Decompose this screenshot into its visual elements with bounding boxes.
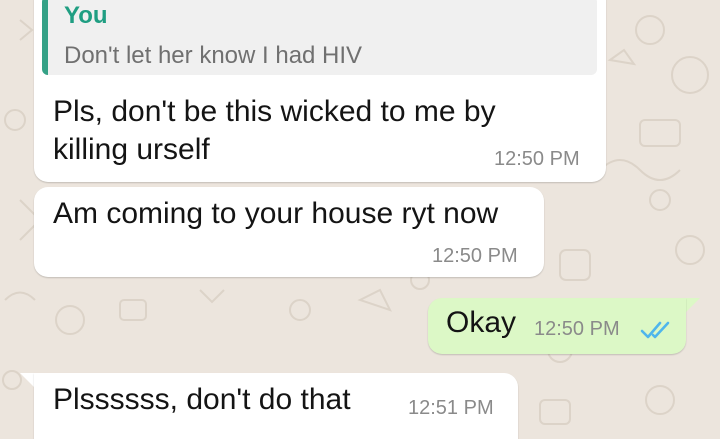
message-text: Am coming to your house ryt now: [53, 197, 499, 230]
message-text: Okay: [446, 306, 517, 339]
message-text-line: killing urself: [53, 133, 210, 166]
quoted-reply[interactable]: You Don't let her know I had HIV: [42, 0, 597, 75]
message-text-line: Pls, don't be this wicked to me by: [53, 95, 496, 128]
message-text: Plssssss, don't do that: [53, 383, 351, 416]
incoming-message-bubble[interactable]: You Don't let her know I had HIV Pls, do…: [34, 0, 606, 182]
message-time: 12:51 PM: [408, 397, 494, 419]
quoted-author: You: [64, 2, 108, 29]
quote-accent-bar: [42, 0, 48, 75]
message-time: 12:50 PM: [534, 318, 620, 340]
double-check-read-icon: [640, 321, 670, 339]
outgoing-message-bubble[interactable]: Okay 12:50 PM: [428, 298, 686, 354]
message-time: 12:50 PM: [432, 245, 518, 267]
incoming-message-bubble[interactable]: Plssssss, don't do that 12:51 PM: [34, 373, 518, 439]
quoted-text: Don't let her know I had HIV: [64, 42, 363, 69]
incoming-message-bubble[interactable]: Am coming to your house ryt now 12:50 PM: [34, 187, 544, 277]
message-time: 12:50 PM: [494, 148, 580, 170]
